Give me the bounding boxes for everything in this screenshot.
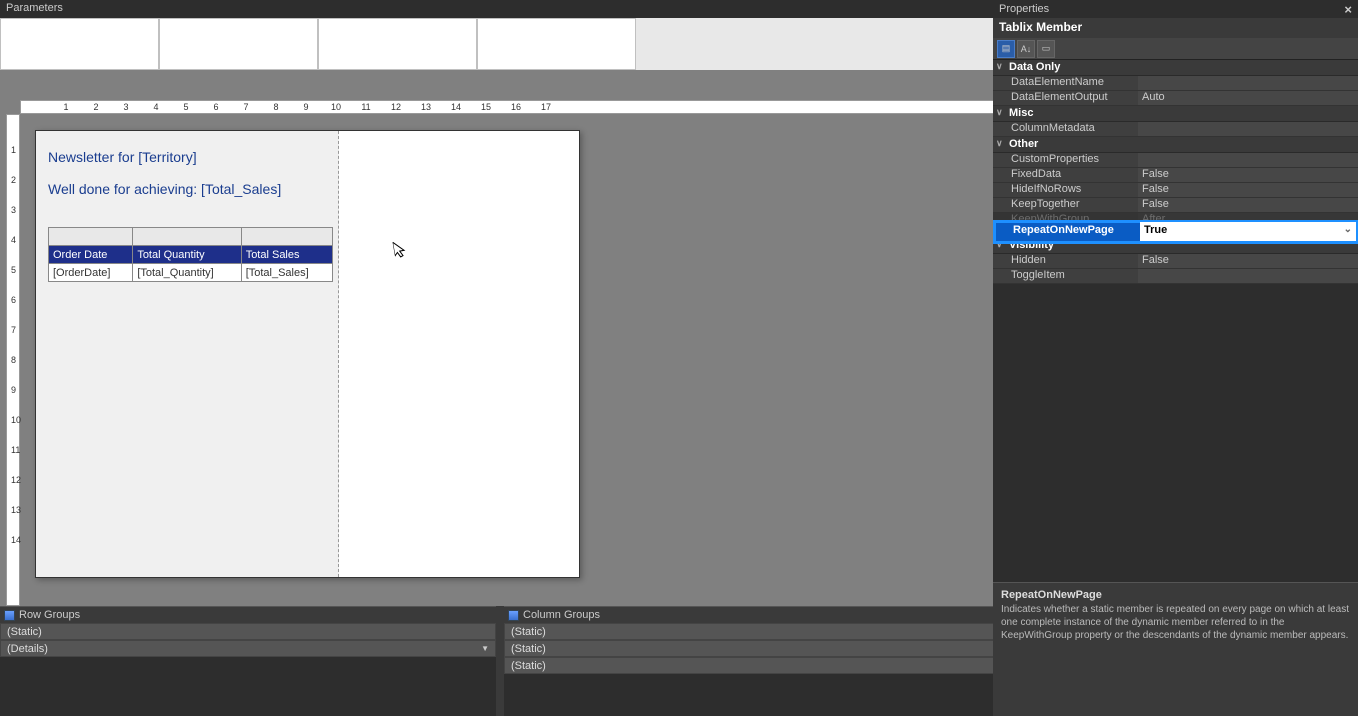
tablix-corner[interactable]	[133, 228, 241, 246]
param-cell[interactable]	[159, 18, 318, 70]
tablix-corner[interactable]	[241, 228, 332, 246]
textbox-newsletter[interactable]: Newsletter for [Territory]	[48, 149, 326, 165]
properties-object-title: Tablix Member	[993, 18, 1358, 38]
property-row[interactable]: ToggleItem	[993, 269, 1358, 284]
property-help: RepeatOnNewPage Indicates whether a stat…	[993, 582, 1358, 716]
property-value[interactable]: False	[1138, 168, 1358, 182]
property-category[interactable]: Data Only	[993, 60, 1358, 76]
property-row[interactable]: DataElementName	[993, 76, 1358, 91]
tablix-header[interactable]: Total Sales	[241, 246, 332, 264]
close-icon[interactable]: ×	[1344, 2, 1352, 17]
property-value[interactable]	[1138, 269, 1358, 283]
param-cell[interactable]	[477, 18, 636, 70]
property-category[interactable]: Misc	[993, 106, 1358, 122]
alphabetical-button[interactable]: A↓	[1017, 40, 1035, 58]
row-groups-header: Row Groups	[0, 606, 496, 623]
property-row[interactable]: ColumnMetadata	[993, 122, 1358, 137]
property-row[interactable]: RepeatOnNewPageTrue	[995, 222, 1356, 242]
row-group-item[interactable]: (Static)	[0, 623, 496, 640]
property-row[interactable]: FixedDataFalse	[993, 168, 1358, 183]
row-group-item[interactable]: (Details)▼	[0, 640, 496, 657]
column-groups-icon	[508, 610, 519, 621]
property-row[interactable]: KeepTogetherFalse	[993, 198, 1358, 213]
property-name: ColumnMetadata	[993, 122, 1138, 136]
property-row[interactable]: HiddenFalse	[993, 254, 1358, 269]
property-name: Hidden	[993, 254, 1138, 268]
property-grid[interactable]: Data OnlyDataElementNameDataElementOutpu…	[993, 60, 1358, 284]
property-value[interactable]: Auto	[1138, 91, 1358, 105]
property-row[interactable]: DataElementOutputAuto	[993, 91, 1358, 106]
column-groups-title: Column Groups	[523, 609, 600, 621]
property-value[interactable]	[1138, 76, 1358, 90]
property-value[interactable]: True	[1140, 222, 1356, 241]
parameters-title: Parameters	[6, 2, 63, 14]
vertical-ruler: 1234567891011121314	[6, 114, 20, 606]
properties-panel: Properties × Tablix Member ▤ A↓ ▭ Data O…	[993, 0, 1358, 716]
property-help-text: Indicates whether a static member is rep…	[1001, 603, 1350, 642]
property-value[interactable]	[1138, 153, 1358, 167]
report-canvas[interactable]: Newsletter for [Territory] Well done for…	[35, 130, 580, 578]
tablix-corner[interactable]	[49, 228, 133, 246]
tablix-cell[interactable]: [OrderDate]	[49, 264, 133, 282]
properties-toolbar: ▤ A↓ ▭	[993, 38, 1358, 60]
property-name: RepeatOnNewPage	[995, 222, 1140, 241]
tablix-cell[interactable]: [Total_Sales]	[241, 264, 332, 282]
properties-title: Properties	[999, 3, 1049, 15]
property-value[interactable]: False	[1138, 254, 1358, 268]
row-groups-title: Row Groups	[19, 609, 80, 621]
property-name: HideIfNoRows	[993, 183, 1138, 197]
report-body[interactable]: Newsletter for [Territory] Well done for…	[36, 131, 339, 577]
tablix-cell[interactable]: [Total_Quantity]	[133, 264, 241, 282]
property-row[interactable]: CustomProperties	[993, 153, 1358, 168]
property-name: FixedData	[993, 168, 1138, 182]
tablix[interactable]: Order Date Total Quantity Total Sales [O…	[48, 227, 333, 282]
tablix-header[interactable]: Order Date	[49, 246, 133, 264]
categorized-button[interactable]: ▤	[997, 40, 1015, 58]
property-value[interactable]: False	[1138, 183, 1358, 197]
cursor-icon	[393, 240, 408, 260]
property-help-title: RepeatOnNewPage	[1001, 589, 1350, 601]
param-cell[interactable]	[0, 18, 159, 70]
property-row[interactable]: HideIfNoRowsFalse	[993, 183, 1358, 198]
row-groups-icon	[4, 610, 15, 621]
property-category[interactable]: Other	[993, 137, 1358, 153]
property-name: ToggleItem	[993, 269, 1138, 283]
groups-divider[interactable]	[496, 606, 504, 716]
property-name: DataElementOutput	[993, 91, 1138, 105]
property-pages-button[interactable]: ▭	[1037, 40, 1055, 58]
property-name: CustomProperties	[993, 153, 1138, 167]
property-name: DataElementName	[993, 76, 1138, 90]
textbox-welldone[interactable]: Well done for achieving: [Total_Sales]	[48, 181, 326, 197]
property-value[interactable]	[1138, 122, 1358, 136]
property-name: KeepTogether	[993, 198, 1138, 212]
property-value[interactable]: False	[1138, 198, 1358, 212]
tablix-header[interactable]: Total Quantity	[133, 246, 241, 264]
param-cell[interactable]	[318, 18, 477, 70]
